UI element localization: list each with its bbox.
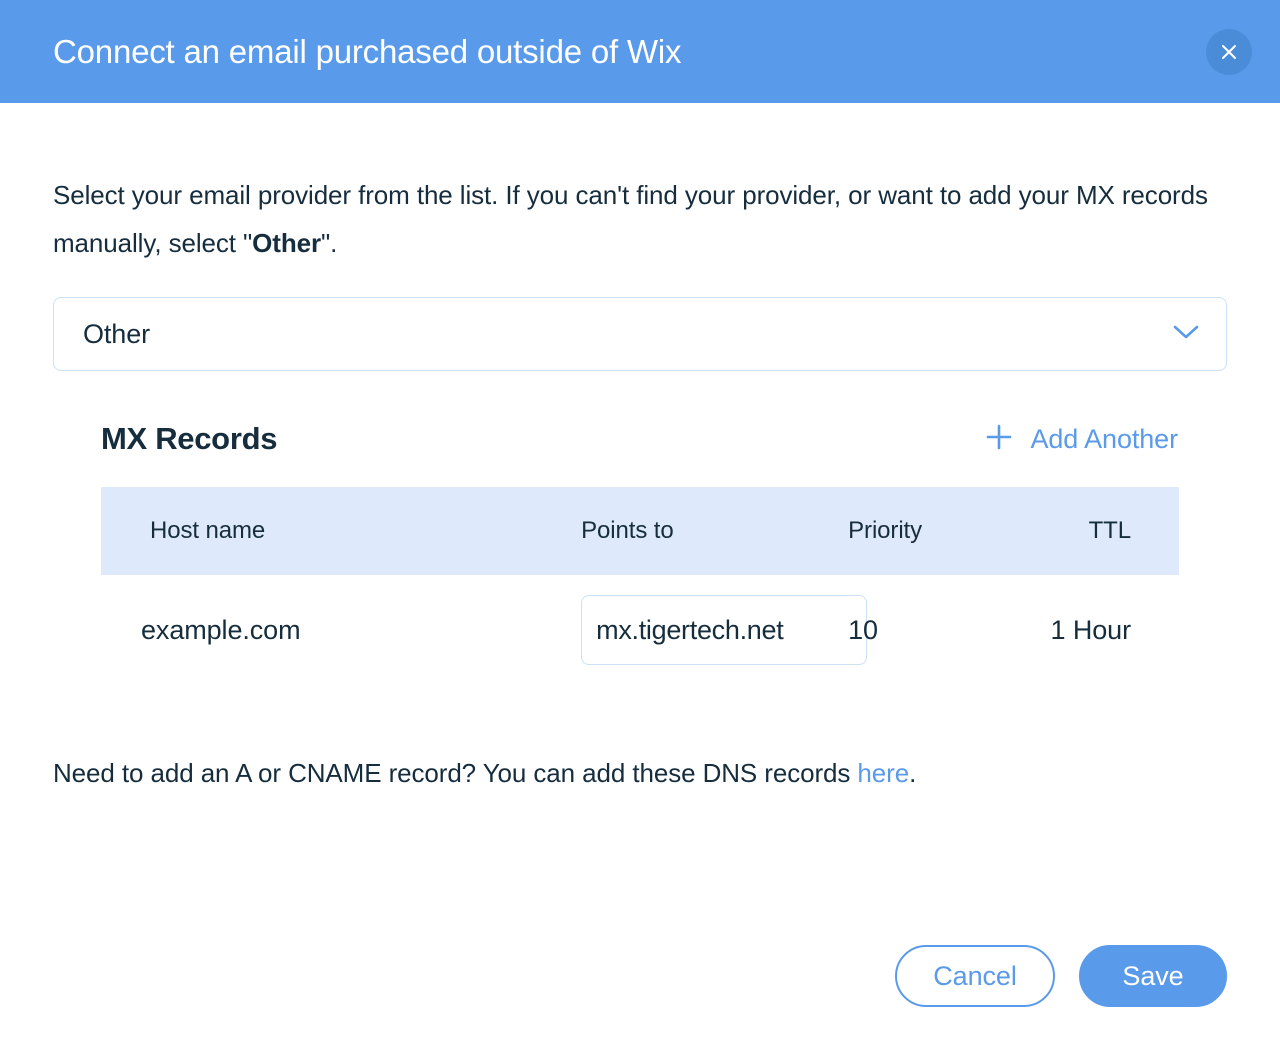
- plus-icon: [984, 422, 1014, 457]
- close-button[interactable]: [1206, 28, 1252, 75]
- page-title: Connect an email purchased outside of Wi…: [53, 32, 682, 70]
- footnote-text-after: .: [909, 758, 917, 788]
- column-header-ttl: TTL: [1088, 517, 1131, 544]
- cell-points-to: [581, 575, 868, 685]
- dns-records-footnote: Need to add an A or CNAME record? You ca…: [53, 685, 1227, 791]
- dns-records-link[interactable]: here: [857, 758, 909, 788]
- column-header-host-name: Host name: [150, 517, 266, 544]
- add-another-button[interactable]: Add Another: [984, 422, 1178, 457]
- cell-host-name: example.com: [141, 614, 301, 645]
- intro-text-after: ".: [321, 228, 338, 258]
- modal-footer: Cancel Save: [0, 945, 1280, 1054]
- cell-priority: 10: [848, 614, 878, 645]
- footnote-text-before: Need to add an A or CNAME record? You ca…: [53, 758, 858, 788]
- close-icon: [1219, 42, 1239, 62]
- connect-email-modal: Connect an email purchased outside of Wi…: [0, 0, 1280, 1054]
- chevron-down-icon[interactable]: [1173, 324, 1199, 345]
- add-another-label: Add Another: [1030, 423, 1178, 454]
- mx-records-section: MX Records Add Another Host name Points …: [53, 421, 1227, 685]
- intro-text-emphasis: Other: [252, 228, 321, 258]
- modal-body: Select your email provider from the list…: [0, 103, 1280, 945]
- cell-ttl: 1 Hour: [1050, 614, 1132, 645]
- table-row: example.com 10 1 Hour: [101, 575, 1179, 685]
- column-header-points-to: Points to: [581, 517, 674, 544]
- mx-records-header: MX Records Add Another: [101, 421, 1179, 457]
- cancel-button[interactable]: Cancel: [895, 945, 1055, 1007]
- modal-header: Connect an email purchased outside of Wi…: [0, 0, 1280, 103]
- mx-records-table: Host name Points to Priority TTL example…: [101, 487, 1179, 685]
- email-provider-select[interactable]: Other: [53, 297, 1227, 371]
- table-header-row: Host name Points to Priority TTL: [101, 487, 1179, 575]
- column-header-priority: Priority: [848, 517, 923, 544]
- mx-records-title: MX Records: [101, 421, 278, 456]
- mx-records-table-head: Host name Points to Priority TTL: [101, 487, 1179, 575]
- email-provider-select-value: Other: [83, 318, 151, 349]
- points-to-input[interactable]: [581, 595, 868, 665]
- intro-text: Select your email provider from the list…: [53, 103, 1213, 267]
- save-button[interactable]: Save: [1079, 945, 1227, 1007]
- intro-text-before: Select your email provider from the list…: [53, 180, 1208, 258]
- mx-records-table-body: example.com 10 1 Hour: [101, 575, 1179, 685]
